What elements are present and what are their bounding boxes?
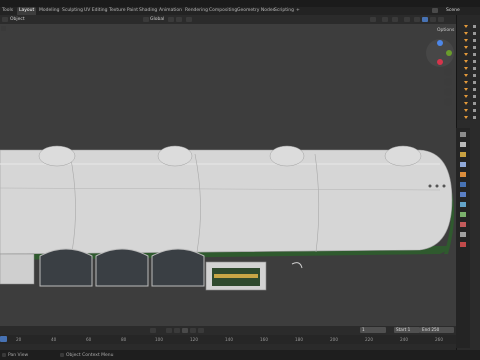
properties-tab-icons[interactable] [456, 128, 470, 348]
jump-start-icon[interactable] [150, 328, 156, 333]
play-reverse-icon[interactable] [174, 328, 180, 333]
outliner [456, 15, 480, 120]
tab-shading[interactable]: Shading [137, 7, 159, 15]
object-mode-menu[interactable]: Object [10, 17, 25, 22]
xray-icon[interactable] [404, 17, 410, 22]
tab-tools[interactable]: Tools [0, 7, 15, 15]
zoom-icon[interactable] [444, 68, 452, 76]
ruler-tick: 80 [121, 337, 127, 342]
editor-type-icon[interactable] [2, 17, 8, 22]
visibility-icon[interactable] [370, 17, 376, 22]
timeline-ruler[interactable]: 20 40 60 80 100 120 140 160 180 200 220 … [0, 335, 456, 344]
ruler-tick: 100 [155, 337, 163, 342]
ruler-tick: 40 [51, 337, 57, 342]
3d-viewport[interactable]: Options [0, 24, 456, 326]
tab-geometry-nodes[interactable]: Geometry Nodes [235, 7, 277, 15]
start-value: 1 [407, 327, 411, 332]
select-icon[interactable] [1, 26, 6, 31]
ruler-tick: 20 [16, 337, 22, 342]
tab-uv-editing[interactable]: UV Editing [82, 7, 109, 15]
ruler-tick: 220 [365, 337, 373, 342]
proportional-edit-icon[interactable] [186, 17, 192, 22]
gizmo-x-axis[interactable] [437, 59, 443, 65]
title-bar [0, 0, 480, 7]
camera-icon[interactable] [444, 88, 452, 96]
next-keyframe-icon[interactable] [190, 328, 196, 333]
navigation-gizmo[interactable] [426, 39, 454, 67]
ruler-tick: 120 [190, 337, 198, 342]
gizmo-toggle-icon[interactable] [382, 17, 388, 22]
ruler-tick: 160 [260, 337, 268, 342]
current-frame-field[interactable]: 1 [360, 327, 386, 333]
shading-material-icon[interactable] [430, 17, 436, 22]
tab-texture-paint[interactable]: Texture Paint [107, 7, 140, 15]
tab-modeling[interactable]: Modeling [37, 7, 61, 15]
mouse-right-icon [60, 353, 64, 357]
tab-scripting[interactable]: Scripting [272, 7, 296, 15]
pivot-icon[interactable] [168, 17, 174, 22]
shading-rendered-icon[interactable] [438, 17, 444, 22]
scene-selector[interactable]: Scene [446, 8, 460, 13]
timeline-header: 1 Start 1 End 250 [0, 326, 456, 335]
status-bar: Pan View Object Context Menu [0, 350, 480, 360]
properties-tabs [456, 128, 470, 348]
ruler-tick: 240 [400, 337, 408, 342]
orientation-icon [143, 17, 149, 22]
options-menu[interactable]: Options [437, 28, 454, 33]
status-right-hint: Object Context Menu [66, 353, 114, 358]
viewport-header: Object Global [0, 15, 456, 24]
prev-keyframe-icon[interactable] [166, 328, 172, 333]
ruler-tick: 60 [86, 337, 92, 342]
outliner-rows [464, 25, 476, 119]
play-icon[interactable] [182, 328, 188, 333]
tab-add[interactable]: + [294, 7, 302, 15]
ruler-tick: 180 [295, 337, 303, 342]
hand-icon[interactable] [444, 78, 452, 86]
playhead-marker[interactable] [0, 336, 7, 342]
start-frame-field[interactable]: Start 1 [394, 327, 420, 333]
end-frame-field[interactable]: End 250 [420, 327, 454, 333]
snap-icon[interactable] [176, 17, 182, 22]
start-label: Start [396, 327, 407, 332]
orientation-menu[interactable]: Global [150, 17, 164, 22]
tab-animation[interactable]: Animation [157, 7, 184, 15]
mouse-icon [2, 353, 6, 357]
grid-icon[interactable] [444, 98, 452, 106]
scene-icon [432, 8, 438, 13]
gizmo-y-axis[interactable] [446, 50, 452, 56]
overlay-toggle-icon[interactable] [392, 17, 398, 22]
ruler-tick: 140 [225, 337, 233, 342]
tab-rendering[interactable]: Rendering [183, 7, 210, 15]
tanker-model [0, 145, 455, 291]
jump-end-icon[interactable] [198, 328, 204, 333]
workspace-tab-bar: Tools Layout Modeling Sculpting UV Editi… [0, 7, 480, 15]
end-label: End [422, 327, 430, 332]
ruler-tick: 260 [435, 337, 443, 342]
ruler-tick: 200 [330, 337, 338, 342]
tab-layout[interactable]: Layout [17, 7, 37, 15]
shading-wire-icon[interactable] [414, 17, 420, 22]
end-value: 250 [431, 327, 440, 332]
gizmo-z-axis[interactable] [437, 40, 443, 46]
status-left-hint: Pan View [8, 353, 29, 358]
shading-solid-icon[interactable] [422, 17, 428, 22]
